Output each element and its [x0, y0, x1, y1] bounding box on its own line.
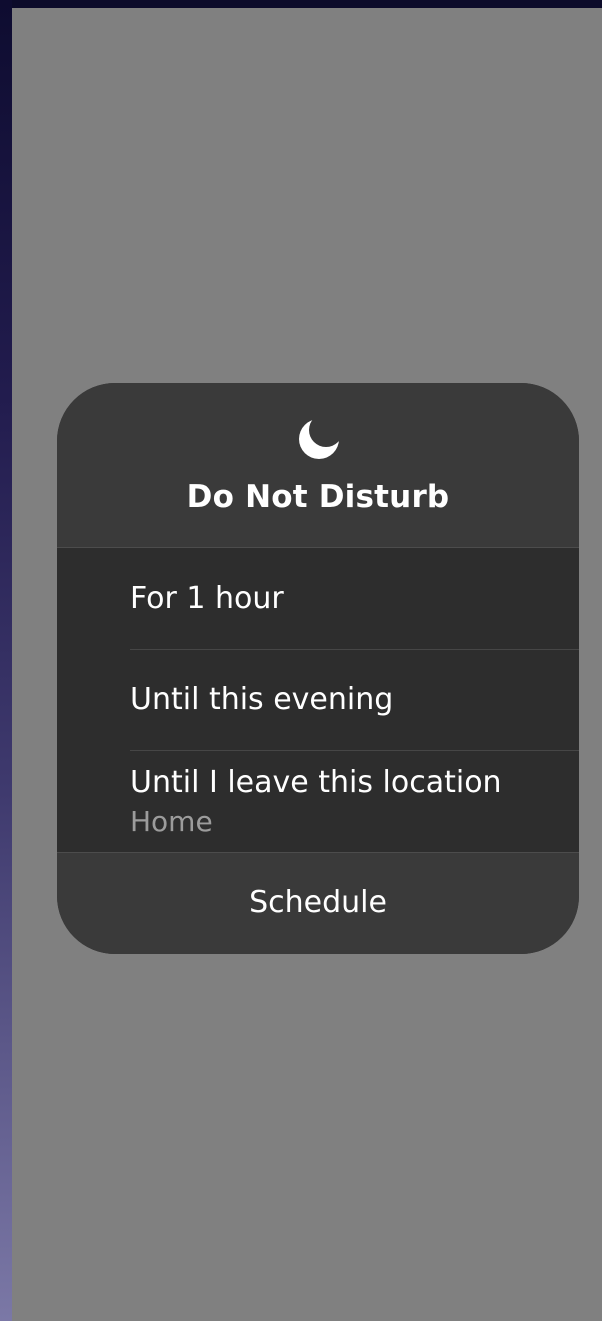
schedule-label: Schedule: [249, 885, 387, 920]
option-sublabel: Home: [130, 805, 213, 838]
option-until-leave-location[interactable]: Until I leave this location Home: [57, 751, 579, 852]
menu-header: Do Not Disturb: [57, 383, 579, 547]
do-not-disturb-menu: Do Not Disturb For 1 hour Until this eve…: [57, 383, 579, 954]
menu-title: Do Not Disturb: [186, 479, 450, 515]
wallpaper-left-edge: [0, 0, 12, 1321]
schedule-button[interactable]: Schedule: [57, 853, 579, 954]
moon-icon: [299, 419, 339, 459]
options-list: For 1 hour Until this evening Until I le…: [57, 548, 579, 852]
option-label: Until I leave this location: [130, 765, 502, 800]
option-for-1-hour[interactable]: For 1 hour: [57, 548, 579, 649]
wallpaper-top-edge: [0, 0, 602, 8]
option-label: Until this evening: [130, 682, 394, 717]
option-label: For 1 hour: [130, 581, 284, 616]
option-until-this-evening[interactable]: Until this evening: [57, 650, 579, 750]
